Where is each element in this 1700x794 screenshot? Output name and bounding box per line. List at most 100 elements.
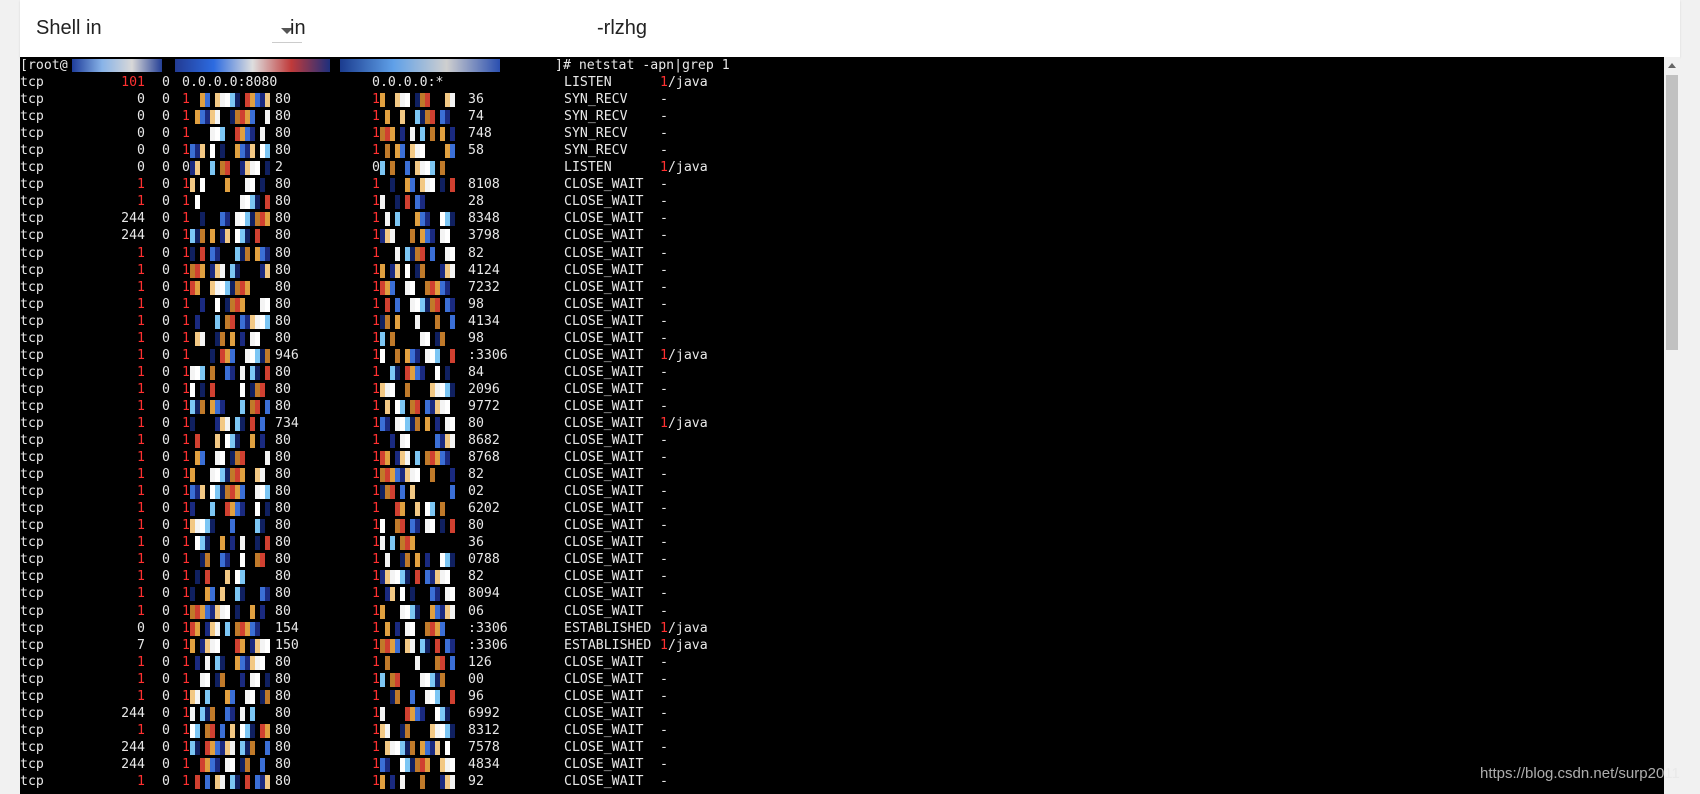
row-foreign-port: 36 bbox=[468, 535, 484, 551]
row-sendq: 0 bbox=[162, 381, 170, 397]
row-sendq: 0 bbox=[162, 296, 170, 312]
redaction-block bbox=[190, 621, 274, 636]
row-foreign-address-prefix: 1 bbox=[372, 126, 380, 142]
redaction-block bbox=[190, 774, 274, 789]
row-local-port: 80 bbox=[275, 381, 291, 397]
row-foreign-port: 126 bbox=[468, 654, 492, 670]
row-recvq: 101 bbox=[121, 75, 145, 91]
row-foreign-address-prefix: 1 bbox=[372, 586, 380, 602]
scroll-up-arrow-icon[interactable] bbox=[1668, 63, 1676, 68]
row-foreign-address: 0.0.0.0:* bbox=[372, 75, 444, 91]
row-sendq: 0 bbox=[162, 705, 170, 721]
row-pid: - bbox=[660, 671, 668, 687]
row-recvq: 0 bbox=[137, 620, 145, 636]
row-proto: tcp bbox=[20, 143, 44, 159]
row-proto: tcp bbox=[20, 296, 44, 312]
row-foreign-address-prefix: 1 bbox=[372, 501, 380, 517]
row-foreign-port: 8682 bbox=[468, 433, 500, 449]
redaction-block bbox=[380, 587, 456, 602]
redaction-block bbox=[380, 161, 456, 176]
row-foreign-address-prefix: 1 bbox=[372, 92, 380, 108]
row-pid: - bbox=[660, 450, 668, 466]
row-pid: 1/java bbox=[660, 415, 708, 431]
row-foreign-address-prefix: 1 bbox=[372, 535, 380, 551]
row-local-port: 80 bbox=[275, 484, 291, 500]
row-recvq: 1 bbox=[137, 296, 145, 312]
row-sendq: 0 bbox=[162, 586, 170, 602]
terminal-window[interactable]: [root@ ]# netstat -apn|grep 1 tcp 101 0 0.0… bbox=[20, 57, 1680, 794]
row-local-address-prefix: 1 bbox=[182, 262, 190, 278]
redaction-block bbox=[190, 280, 274, 295]
netstat-row: tcp 0 0 1 80 1 748 SYN_RECV - bbox=[20, 125, 668, 142]
row-pid: - bbox=[660, 381, 668, 397]
row-recvq: 244 bbox=[121, 705, 145, 721]
scrollbar-thumb[interactable] bbox=[1666, 75, 1678, 350]
redaction-block bbox=[380, 774, 456, 789]
row-pid: - bbox=[660, 126, 668, 142]
row-local-port: 80 bbox=[275, 245, 291, 261]
row-state: CLOSE_WAIT bbox=[564, 262, 644, 278]
row-proto: tcp bbox=[20, 603, 44, 619]
row-foreign-port: 4834 bbox=[468, 756, 500, 772]
row-foreign-port: :3306 bbox=[468, 637, 508, 653]
row-state: CLOSE_WAIT bbox=[564, 535, 644, 551]
redaction-block bbox=[380, 382, 456, 397]
row-state: CLOSE_WAIT bbox=[564, 415, 644, 431]
terminal-scrollbar[interactable] bbox=[1664, 57, 1680, 794]
row-proto: tcp bbox=[20, 535, 44, 551]
netstat-row: tcp 1 0 1 80 1 8682 CLOSE_WAIT - bbox=[20, 432, 668, 449]
row-local-address-prefix: 1 bbox=[182, 433, 190, 449]
row-recvq: 1 bbox=[137, 398, 145, 414]
netstat-row: tcp 1 0 1 80 1 7232 CLOSE_WAIT - bbox=[20, 279, 668, 296]
row-local-address: 0.0.0.0:8080 bbox=[182, 75, 278, 91]
redaction-block bbox=[380, 93, 456, 108]
redaction-block bbox=[380, 263, 456, 278]
row-pid: - bbox=[660, 313, 668, 329]
netstat-row: tcp 1 0 1 80 1 6202 CLOSE_WAIT - bbox=[20, 500, 668, 517]
shell-select-label[interactable]: Shell in bbox=[36, 17, 102, 40]
row-recvq: 1 bbox=[137, 433, 145, 449]
row-local-address-prefix: 1 bbox=[182, 415, 190, 431]
row-pid: - bbox=[660, 194, 668, 210]
row-proto: tcp bbox=[20, 109, 44, 125]
row-pid: - bbox=[660, 739, 668, 755]
redaction-block bbox=[340, 59, 500, 72]
netstat-row: tcp 244 0 1 80 1 4834 CLOSE_WAIT - bbox=[20, 756, 668, 773]
row-proto: tcp bbox=[20, 347, 44, 363]
row-local-address-prefix: 1 bbox=[182, 177, 190, 193]
redaction-block bbox=[380, 280, 456, 295]
row-foreign-port: 84 bbox=[468, 364, 484, 380]
row-state: CLOSE_WAIT bbox=[564, 279, 644, 295]
row-local-port: 80 bbox=[275, 313, 291, 329]
row-foreign-address-prefix: 1 bbox=[372, 773, 380, 789]
row-foreign-port: :3306 bbox=[468, 620, 508, 636]
row-foreign-port: 80 bbox=[468, 415, 484, 431]
row-local-port: 80 bbox=[275, 398, 291, 414]
netstat-row: tcp 244 0 1 80 1 7578 CLOSE_WAIT - bbox=[20, 739, 668, 756]
row-foreign-address-prefix: 1 bbox=[372, 552, 380, 568]
row-recvq: 1 bbox=[137, 552, 145, 568]
row-local-port: 80 bbox=[275, 296, 291, 312]
row-pid: 1/java bbox=[660, 75, 708, 91]
row-sendq: 0 bbox=[162, 433, 170, 449]
row-foreign-address-prefix: 1 bbox=[372, 671, 380, 687]
row-pid: - bbox=[660, 228, 668, 244]
redaction-block bbox=[190, 382, 274, 397]
row-sendq: 0 bbox=[162, 126, 170, 142]
prompt-user: [root@ bbox=[20, 58, 68, 73]
row-proto: tcp bbox=[20, 279, 44, 295]
redaction-block bbox=[380, 331, 456, 346]
netstat-row: tcp 1 0 1 80 1 80 CLOSE_WAIT - bbox=[20, 517, 668, 534]
row-sendq: 0 bbox=[162, 415, 170, 431]
row-local-address-prefix: 1 bbox=[182, 739, 190, 755]
row-recvq: 1 bbox=[137, 603, 145, 619]
row-foreign-address-prefix: 1 bbox=[372, 177, 380, 193]
row-recvq: 1 bbox=[137, 262, 145, 278]
row-foreign-port: 82 bbox=[468, 569, 484, 585]
netstat-row: tcp 1 0 1 80 1 96 CLOSE_WAIT - bbox=[20, 688, 668, 705]
redaction-block bbox=[380, 416, 456, 431]
row-proto: tcp bbox=[20, 586, 44, 602]
row-state: CLOSE_WAIT bbox=[564, 228, 644, 244]
row-foreign-address-prefix: 1 bbox=[372, 620, 380, 636]
netstat-row: tcp 1 0 1 80 1 9772 CLOSE_WAIT - bbox=[20, 398, 668, 415]
